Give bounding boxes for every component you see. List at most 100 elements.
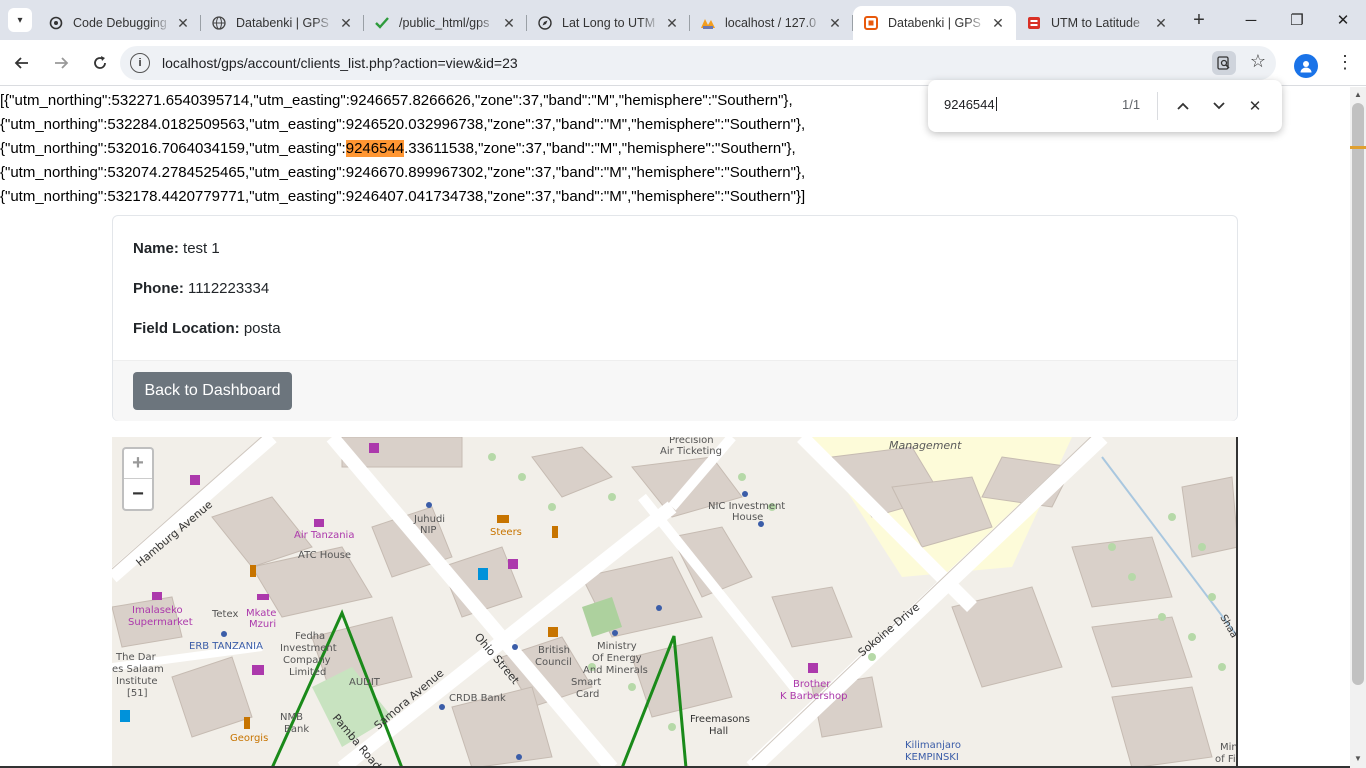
site-info-icon[interactable]: i	[130, 53, 150, 73]
map-label: Council	[535, 657, 572, 668]
map-label: Juhudi	[413, 514, 445, 525]
scroll-up-icon[interactable]: ▲	[1354, 90, 1362, 99]
map-tiles[interactable]: Management Precision Air Ticketing Hambu…	[112, 437, 1238, 768]
scroll-down-icon[interactable]: ▼	[1354, 754, 1362, 763]
find-in-page-icon[interactable]	[1212, 51, 1236, 75]
client-location-row: Field Location: posta	[133, 320, 281, 337]
map-label: NIP	[420, 525, 436, 536]
map-label: Mzuri	[249, 619, 276, 630]
tab-title: Lat Long to UTM	[562, 16, 656, 30]
close-find-icon[interactable]: ✕	[1243, 94, 1267, 118]
map-label: [51]	[127, 688, 148, 699]
find-input[interactable]: 9246544	[944, 97, 997, 112]
globe-icon	[211, 15, 227, 31]
tab-title: Code Debugging	[73, 16, 167, 30]
client-name: test 1	[183, 240, 220, 257]
forward-arrow-icon[interactable]	[44, 46, 78, 80]
new-tab-icon[interactable]: +	[1185, 6, 1213, 34]
next-match-icon[interactable]	[1207, 94, 1231, 118]
map-label: Institute	[116, 676, 158, 687]
client-name-row: Name: test 1	[133, 240, 220, 257]
map-label: es Salaam	[112, 664, 164, 675]
tab-title: /public_html/gps	[399, 16, 490, 30]
tab-title: UTM to Latitude	[1051, 16, 1140, 30]
close-window-icon[interactable]: ✕	[1320, 0, 1366, 40]
map-label: Card	[576, 689, 599, 700]
map-label: ERB TANZANIA	[189, 641, 263, 652]
map-label: CRDB Bank	[449, 693, 506, 704]
map-label: House	[732, 512, 763, 523]
page-scrollbar[interactable]: ▲ ▼	[1350, 87, 1366, 768]
json-line: {"utm_northing":532016.7064034159,"utm_e…	[0, 140, 796, 157]
map-label: And Minerals	[583, 665, 648, 676]
find-result-marker	[1350, 146, 1366, 149]
map-label: NMB	[280, 712, 303, 723]
tab-databenki-1[interactable]: Databenki | GPS ✕	[201, 6, 364, 40]
minimize-icon[interactable]: ─	[1228, 0, 1274, 40]
restore-icon[interactable]: ❐	[1274, 0, 1320, 40]
map-label: Kilimanjaro	[905, 740, 961, 751]
map-label: Precision	[669, 437, 714, 446]
checkmark-icon	[374, 15, 390, 31]
tab-localhost-pma[interactable]: localhost / 127.0 ✕	[690, 6, 853, 40]
zoom-out-button[interactable]: −	[124, 479, 152, 509]
map-label: Steers	[490, 527, 522, 538]
url-text[interactable]: localhost/gps/account/clients_list.php?a…	[162, 55, 518, 71]
close-tab-icon[interactable]: ✕	[990, 15, 1006, 32]
tab-search-icon[interactable]: ▾	[8, 8, 32, 32]
toolbox-icon	[1026, 15, 1042, 31]
reload-icon[interactable]	[83, 46, 117, 80]
map-label: Supermarket	[128, 617, 193, 628]
close-tab-icon[interactable]: ✕	[501, 15, 517, 32]
back-to-dashboard-button[interactable]: Back to Dashboard	[133, 372, 292, 410]
tab-databenki-active[interactable]: Databenki | GPS ✕	[853, 6, 1016, 40]
find-match-highlight: 9246544	[345, 140, 405, 157]
map-label: Management	[889, 439, 962, 452]
close-tab-icon[interactable]: ✕	[338, 15, 354, 32]
tab-title: Databenki | GPS	[888, 16, 981, 30]
client-details-card: Name: test 1 Phone: 1112223334 Field Loc…	[112, 215, 1238, 421]
find-bar: 9246544 1/1 ✕	[928, 80, 1282, 132]
compass-icon	[537, 15, 553, 31]
map-label: NIC Investment	[708, 501, 785, 512]
map-label: Freemasons	[690, 714, 750, 725]
map-label: Imalaseko	[132, 605, 183, 616]
map-label: Tetex	[211, 609, 238, 620]
close-tab-icon[interactable]: ✕	[1153, 15, 1169, 32]
map-label: Limited	[289, 667, 326, 678]
map-view[interactable]: Management Precision Air Ticketing Hambu…	[112, 437, 1238, 768]
client-phone-row: Phone: 1112223334	[133, 280, 270, 297]
map-label: Ministry	[597, 641, 637, 652]
map-label: The Dar	[115, 652, 157, 663]
tab-public-html[interactable]: /public_html/gps ✕	[364, 6, 527, 40]
browser-menu-icon[interactable]: ⋮	[1336, 52, 1354, 73]
map-label: Hall	[709, 726, 728, 737]
tab-code-debugging[interactable]: Code Debugging ✕	[38, 6, 201, 40]
openai-icon	[48, 15, 64, 31]
close-tab-icon[interactable]: ✕	[664, 15, 680, 32]
map-label: ATC House	[298, 550, 351, 561]
tab-lat-long-utm[interactable]: Lat Long to UTM ✕	[527, 6, 690, 40]
map-label: Fedha	[295, 631, 325, 642]
tab-utm-to-latitude[interactable]: UTM to Latitude ✕	[1016, 6, 1179, 40]
map-label: Smart	[571, 677, 601, 688]
back-arrow-icon[interactable]	[5, 46, 39, 80]
profile-avatar-icon[interactable]	[1294, 54, 1318, 78]
map-label: Of Energy	[592, 653, 642, 664]
address-bar[interactable]: i localhost/gps/account/clients_list.php…	[120, 46, 1276, 80]
map-label: of Fi	[1215, 754, 1236, 765]
tab-title: localhost / 127.0	[725, 16, 817, 30]
tab-title: Databenki | GPS	[236, 16, 329, 30]
scrollbar-thumb[interactable]	[1352, 103, 1364, 685]
previous-match-icon[interactable]	[1171, 94, 1195, 118]
map-zoom-control: + −	[122, 447, 154, 511]
map-label: Investment	[280, 643, 337, 654]
bookmark-star-icon[interactable]: ☆	[1250, 51, 1266, 72]
zoom-in-button[interactable]: +	[124, 449, 152, 479]
map-label: K Barbershop	[780, 691, 847, 702]
app-icon	[863, 15, 879, 31]
close-tab-icon[interactable]: ✕	[175, 15, 191, 32]
close-tab-icon[interactable]: ✕	[827, 15, 843, 32]
json-output: [{"utm_northing":532271.6540395714,"utm_…	[0, 89, 805, 209]
map-label: AUDIT	[349, 677, 381, 688]
